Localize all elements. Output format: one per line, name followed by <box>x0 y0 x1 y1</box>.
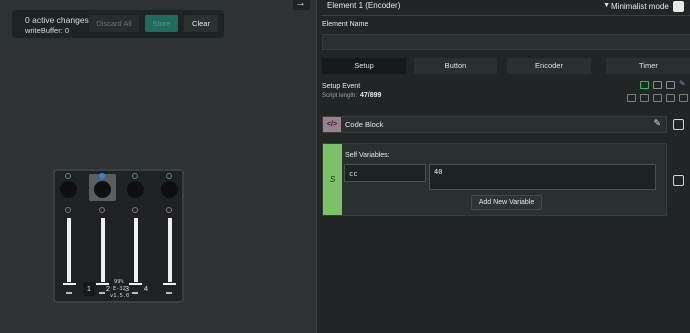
clear-button[interactable]: Clear <box>184 15 218 32</box>
device-module: 99% E-32 v1.5.0 <box>53 169 184 303</box>
setup-event-label: Setup Event <box>322 83 361 90</box>
page-button-3[interactable]: 3 <box>121 282 133 296</box>
encoder-knob-4[interactable] <box>161 181 178 198</box>
led-top-4 <box>166 173 172 179</box>
self-variables-label: Self Variables: <box>345 152 390 159</box>
copy-icon[interactable] <box>640 81 649 89</box>
fader-1[interactable] <box>67 218 71 282</box>
fader-mark-1 <box>66 292 72 294</box>
paste-all-icon[interactable] <box>653 94 662 102</box>
add-new-variable-button[interactable]: Add New Variable <box>471 195 542 210</box>
led-mid-1 <box>65 207 71 213</box>
variable-icon: S <box>323 144 342 215</box>
fader-cap-1 <box>63 283 76 285</box>
led-top-2 <box>99 173 105 179</box>
script-length-label: Script length: <box>322 93 358 99</box>
fader-2[interactable] <box>101 218 105 282</box>
led-top-1 <box>65 173 71 179</box>
element-select[interactable]: Element 1 (Encoder) ▼ <box>321 0 610 13</box>
led-mid-2 <box>99 207 105 213</box>
fader-mark-4 <box>166 292 172 294</box>
page-button-2[interactable]: 2 <box>102 282 114 296</box>
write-buffer-text: writeBuffer: 0 <box>25 26 70 35</box>
fader-4[interactable] <box>168 218 172 282</box>
tab-encoder[interactable]: Encoder <box>507 58 591 74</box>
minimalist-mode-label: Minimalist mode <box>611 2 669 11</box>
collapse-panel-button[interactable]: → <box>293 0 310 10</box>
changes-panel: 0 active changes writeBuffer: 0 Discard … <box>12 10 224 38</box>
led-mid-3 <box>132 207 138 213</box>
chevron-down-icon: ▼ <box>603 2 610 9</box>
page-button-1[interactable]: 1 <box>83 282 95 296</box>
fader-3[interactable] <box>134 218 138 282</box>
encoder-knob-1[interactable] <box>60 181 77 198</box>
code-block-label: Code Block <box>345 120 384 129</box>
element-name-input[interactable] <box>322 34 690 50</box>
script-length-value: 47/899 <box>360 92 382 99</box>
minimalist-mode-checkbox[interactable] <box>673 1 684 12</box>
code-icon: </> <box>323 117 341 132</box>
copy-all-icon[interactable] <box>640 94 649 102</box>
trash-icon[interactable] <box>679 94 688 102</box>
config-panel: Element 1 (Encoder) ▼ Minimalist mode El… <box>316 0 690 333</box>
tab-button[interactable]: Button <box>414 58 497 74</box>
variable-value-input[interactable]: 40 <box>429 164 656 190</box>
arrow-right-icon: → <box>295 0 306 9</box>
encoder-knob-2[interactable] <box>94 181 111 198</box>
fader-cap-4 <box>163 283 176 285</box>
element-select-value: Element 1 (Encoder) <box>327 1 401 10</box>
cut-icon[interactable] <box>666 94 675 102</box>
page-button-4[interactable]: 4 <box>140 282 152 296</box>
duplicate-icon[interactable] <box>627 94 636 102</box>
export-icon[interactable] <box>666 81 675 89</box>
code-block-select-checkbox[interactable] <box>673 119 684 130</box>
store-button[interactable]: Store <box>145 15 178 32</box>
discard-all-button[interactable]: Discard All <box>89 15 139 32</box>
encoder-knob-3[interactable] <box>127 181 144 198</box>
paste-icon[interactable] <box>653 81 662 89</box>
tab-timer[interactable]: Timer <box>606 58 690 74</box>
code-block-action[interactable]: </> Code Block ✎ <box>322 116 667 133</box>
variables-select-checkbox[interactable] <box>673 175 684 186</box>
led-top-3 <box>132 173 138 179</box>
tab-setup[interactable]: Setup <box>322 58 406 74</box>
led-mid-4 <box>166 207 172 213</box>
pencil-icon[interactable]: ✎ <box>653 118 661 129</box>
brush-icon[interactable]: ✎ <box>679 80 688 88</box>
self-variables-action[interactable]: S Self Variables: cc 40 Add New Variable <box>322 143 667 216</box>
editor-canvas: 0 active changes writeBuffer: 0 Discard … <box>0 0 316 333</box>
variable-name-input[interactable]: cc <box>344 164 426 182</box>
divider <box>321 15 690 16</box>
active-changes-text: 0 active changes <box>25 15 89 25</box>
element-name-label: Element Name <box>322 21 369 28</box>
